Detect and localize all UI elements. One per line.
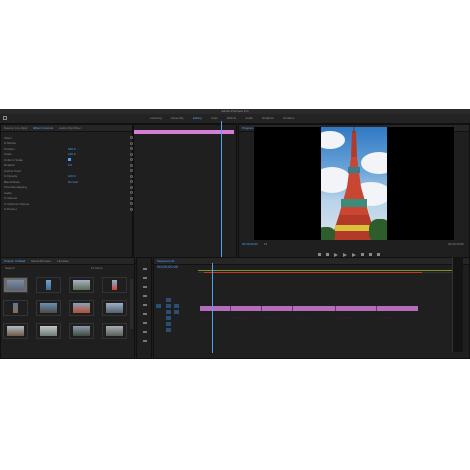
effect-control-label: Anchor Point bbox=[4, 168, 22, 173]
workspace-tab[interactable]: Assembly bbox=[171, 114, 184, 123]
program-duration: 00;00;30;00 bbox=[448, 242, 464, 246]
workspace-tab[interactable]: Audio bbox=[245, 114, 253, 123]
panel-tabs: Sequence 01 bbox=[154, 258, 469, 265]
effect-control-row[interactable]: fx Panner bbox=[4, 207, 134, 213]
media-thumbnail[interactable] bbox=[36, 323, 61, 339]
track-toggle[interactable] bbox=[166, 298, 171, 302]
insert-icon[interactable] bbox=[361, 253, 364, 256]
media-thumbnail[interactable] bbox=[102, 323, 127, 339]
mark-out-icon[interactable] bbox=[326, 253, 329, 256]
item-count: 12 Items bbox=[91, 266, 103, 270]
media-thumbnail[interactable] bbox=[3, 300, 28, 316]
effect-control-value[interactable]: 0.0 bbox=[68, 163, 82, 167]
tab-source[interactable]: Source: (no clips) bbox=[4, 125, 27, 131]
media-thumbnail[interactable] bbox=[3, 323, 28, 339]
tab-effect-controls[interactable]: Effect Controls bbox=[33, 125, 53, 131]
fit-select[interactable]: Fit bbox=[264, 242, 267, 246]
effect-control-label: Video bbox=[4, 135, 12, 140]
effect-control-label: Time Remapping bbox=[4, 185, 27, 190]
tree-shape bbox=[369, 219, 387, 240]
track-headers bbox=[156, 274, 196, 354]
effect-control-value[interactable]: Normal bbox=[68, 180, 82, 184]
project-search[interactable]: Search bbox=[5, 266, 15, 270]
audio-meters bbox=[452, 257, 463, 352]
export-frame-icon[interactable] bbox=[377, 253, 380, 256]
work-area-bar[interactable] bbox=[198, 270, 463, 271]
effect-control-value[interactable]: 100.0 bbox=[68, 174, 82, 178]
effect-control-label: fx Channel Volume bbox=[4, 201, 30, 206]
media-thumbnail[interactable] bbox=[102, 300, 127, 316]
media-thumbnail[interactable] bbox=[3, 277, 28, 293]
tools-panel bbox=[136, 257, 152, 359]
render-bar bbox=[204, 272, 422, 273]
media-thumbnail[interactable] bbox=[69, 277, 94, 293]
workspace-tab[interactable]: Graphics bbox=[262, 114, 274, 123]
premiere-window: Adobe Premiere Pro Learning Assembly Edi… bbox=[0, 109, 470, 359]
effect-controls-panel: Source: (no clips) Effect Controls Audio… bbox=[0, 124, 133, 264]
media-thumbnail[interactable] bbox=[69, 323, 94, 339]
effect-control-label: fx Volume bbox=[4, 196, 18, 201]
media-thumbnail[interactable] bbox=[36, 277, 61, 293]
tree-shape bbox=[321, 227, 335, 240]
effect-control-label: Scale bbox=[4, 152, 12, 157]
workspace-tab[interactable]: Libraries bbox=[283, 114, 295, 123]
project-scrollbar[interactable] bbox=[130, 279, 133, 329]
tab-media-browser[interactable]: Media Browser bbox=[31, 258, 51, 264]
tab-audio-mixer[interactable]: Audio Clip Mixer bbox=[59, 125, 81, 131]
effect-playhead[interactable] bbox=[221, 121, 222, 259]
effect-control-label: fx Motion bbox=[4, 141, 17, 146]
program-video[interactable] bbox=[254, 127, 454, 240]
timeline-clip[interactable]: IMG_0002.mov bbox=[231, 306, 262, 320]
effect-control-label: fx Opacity bbox=[4, 174, 18, 179]
track-toggle[interactable] bbox=[174, 310, 179, 314]
timeline-clip[interactable]: IMG_0004.mov bbox=[293, 306, 336, 320]
timeline-playhead[interactable] bbox=[212, 263, 213, 353]
media-thumbnail[interactable] bbox=[102, 277, 127, 293]
panel-tabs: Source: (no clips) Effect Controls Audio… bbox=[1, 125, 132, 132]
mark-in-icon[interactable] bbox=[318, 253, 321, 256]
checkbox[interactable] bbox=[68, 158, 71, 162]
tool-icons[interactable] bbox=[143, 268, 147, 348]
overwrite-icon[interactable] bbox=[369, 253, 372, 256]
effect-control-value[interactable]: 540.0 bbox=[68, 147, 82, 151]
track-toggle[interactable] bbox=[166, 328, 171, 332]
effect-control-value[interactable]: 100.0 bbox=[68, 152, 82, 156]
track-toggle[interactable] bbox=[166, 322, 171, 326]
timeline-timecode[interactable]: 00;00;00;00 bbox=[157, 265, 178, 269]
panel-tabs: Project: Untitled Media Browser Librarie… bbox=[1, 258, 134, 265]
effect-control-label: Rotation bbox=[4, 163, 16, 168]
workspace-tab[interactable]: Effects bbox=[227, 114, 236, 123]
v1-clips: IMG_0001.mov IMG_0002.mov IMG_0003.mov I… bbox=[200, 306, 418, 320]
timeline-clip[interactable]: IMG_0003.mov bbox=[262, 306, 293, 320]
effect-control-label: Uniform Scale bbox=[4, 157, 23, 162]
track-toggle[interactable] bbox=[166, 316, 171, 320]
media-thumbnail[interactable] bbox=[69, 300, 94, 316]
workspace-tabs: Learning Assembly Editing Color Effects … bbox=[150, 114, 294, 123]
effect-control-label: Blend Mode bbox=[4, 179, 21, 184]
effect-control-label: Position bbox=[4, 146, 15, 151]
timeline-clip[interactable]: IMG_0005.mov bbox=[336, 306, 377, 320]
program-timecode[interactable]: 00;00;00;00 bbox=[242, 242, 258, 246]
tab-project[interactable]: Project: Untitled bbox=[4, 258, 25, 264]
home-icon[interactable] bbox=[3, 116, 7, 120]
track-target-v1[interactable] bbox=[156, 304, 161, 308]
tab-libraries[interactable]: Libraries bbox=[57, 258, 69, 264]
workspace-tab[interactable]: Color bbox=[211, 114, 218, 123]
timeline-clip[interactable]: IMG_0001.mov bbox=[200, 306, 231, 320]
track-toggle[interactable] bbox=[174, 304, 179, 308]
effect-control-label: Audio bbox=[4, 190, 12, 195]
effect-clip-bar[interactable] bbox=[134, 130, 234, 134]
timeline-clip[interactable]: IMG_0006.mov bbox=[377, 306, 418, 320]
workspace-tab[interactable]: Learning bbox=[150, 114, 162, 123]
effect-controls-list: Video fx Motion Position 540.0 Scale 100.0 Uni… bbox=[4, 135, 134, 212]
tab-sequence[interactable]: Sequence 01 bbox=[157, 258, 175, 264]
workspace-tab-active[interactable]: Editing bbox=[193, 114, 202, 123]
media-thumbnail[interactable] bbox=[36, 300, 61, 316]
track-toggle[interactable] bbox=[166, 304, 171, 308]
video-frame bbox=[321, 127, 387, 240]
workspace-bar: Learning Assembly Editing Color Effects … bbox=[0, 114, 470, 124]
track-toggle[interactable] bbox=[166, 310, 171, 314]
effect-control-label: fx Panner bbox=[4, 207, 17, 212]
